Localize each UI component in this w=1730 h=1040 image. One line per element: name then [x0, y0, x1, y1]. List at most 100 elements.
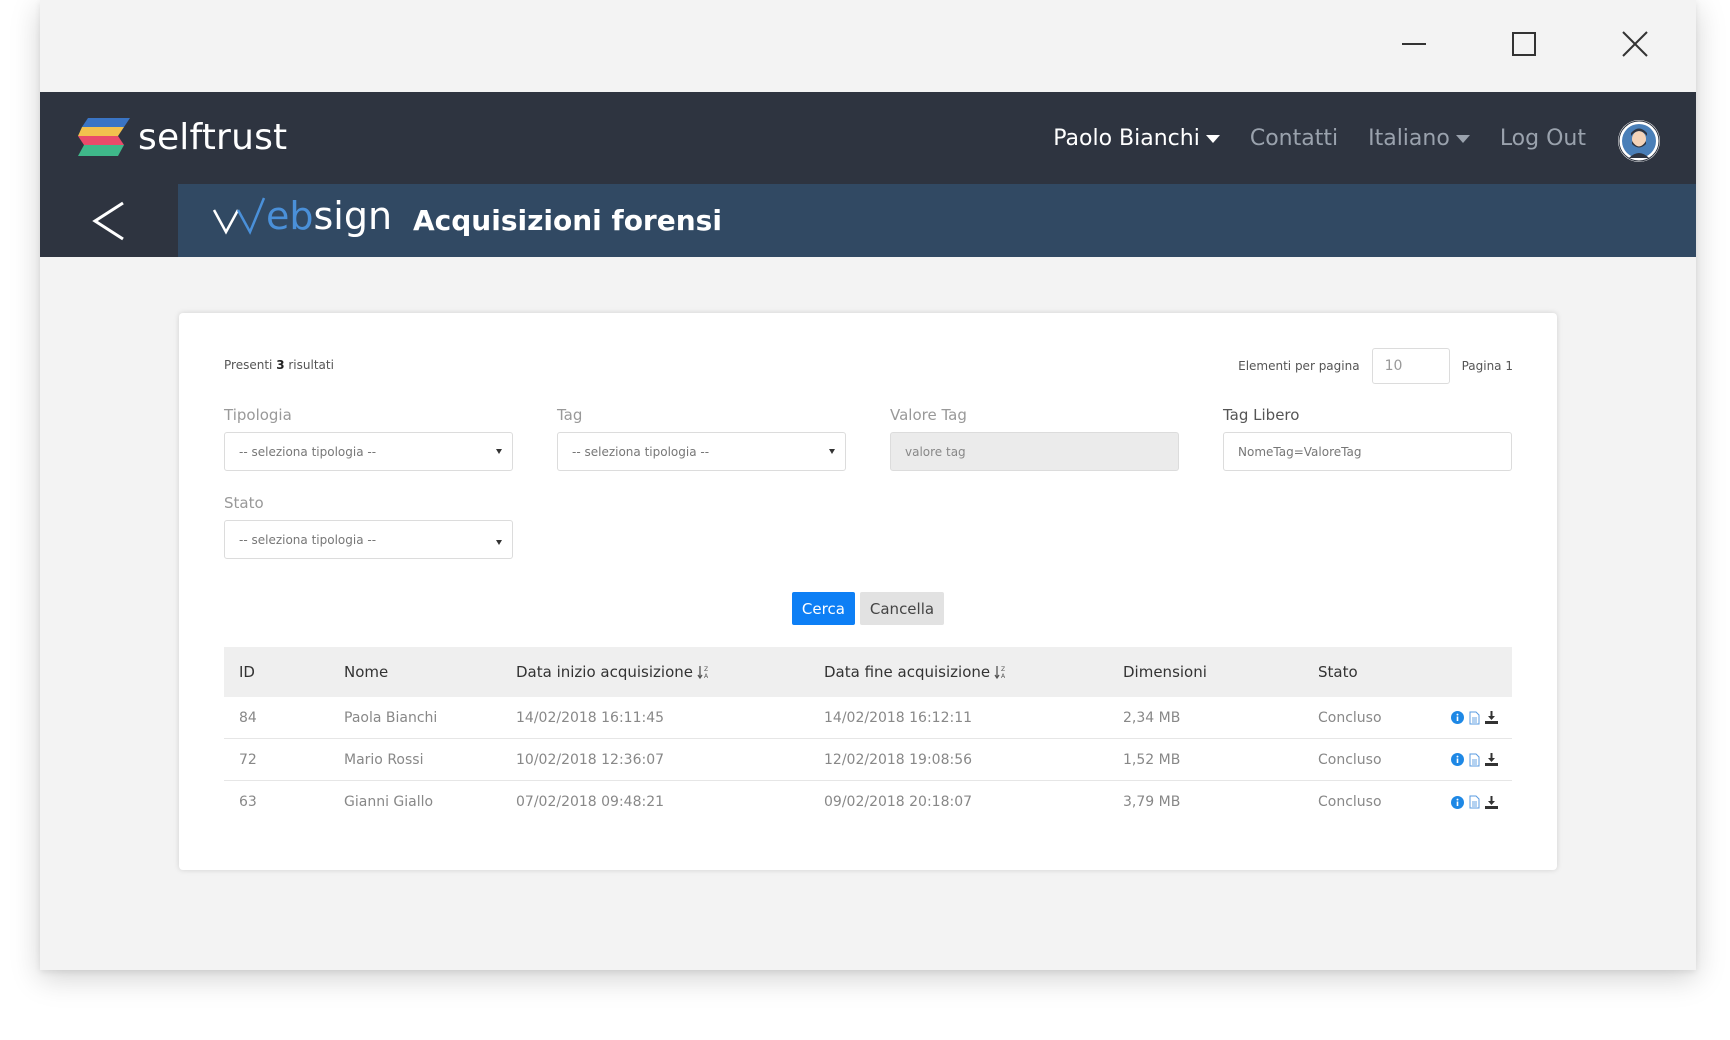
- sort-icon: Z A: [994, 666, 1006, 680]
- user-name: Paolo Bianchi: [1053, 125, 1200, 151]
- cell-id: 84: [239, 709, 257, 726]
- page-title: Acquisizioni forensi: [413, 204, 722, 237]
- tag-libero-input[interactable]: NomeTag=ValoreTag: [1223, 432, 1512, 471]
- document-icon[interactable]: [1467, 711, 1481, 725]
- form-actions: Cerca Cancella: [179, 592, 1557, 625]
- close-window-button[interactable]: [1613, 22, 1657, 66]
- search-button[interactable]: Cerca: [791, 592, 855, 625]
- minimize-button[interactable]: [1392, 22, 1436, 66]
- row-actions: [1435, 711, 1512, 725]
- column-header-start-label: Data inizio acquisizione: [516, 663, 693, 681]
- websign-suffix: sign: [313, 194, 393, 238]
- stato-label: Stato: [224, 494, 264, 512]
- download-icon[interactable]: [1484, 753, 1498, 767]
- tipologia-label: Tipologia: [224, 406, 292, 424]
- svg-text:A: A: [704, 673, 709, 680]
- cell-stato: Concluso: [1318, 709, 1382, 726]
- results-count: Presenti 3 risultati: [224, 358, 334, 372]
- column-header-start[interactable]: Data inizio acquisizione Z A: [501, 663, 809, 681]
- page-indicator: Pagina 1: [1461, 359, 1513, 373]
- tag-libero-placeholder: NomeTag=ValoreTag: [1238, 444, 1362, 459]
- logout-label: Log Out: [1499, 125, 1586, 151]
- cell-stato: Concluso: [1318, 794, 1382, 810]
- tipologia-value: -- seleziona tipologia --: [239, 444, 377, 459]
- valore-tag-input[interactable]: valore tag: [890, 432, 1179, 471]
- document-icon[interactable]: [1467, 795, 1481, 809]
- dropdown-arrow-icon: [496, 540, 502, 545]
- svg-text:A: A: [1001, 673, 1006, 680]
- cell-start: 10/02/2018 12:36:07: [516, 751, 665, 768]
- avatar[interactable]: [1618, 120, 1660, 162]
- stato-field: Stato -- seleziona tipologia --: [224, 494, 513, 559]
- download-icon[interactable]: [1484, 795, 1498, 809]
- websign-wordmark: ebsign: [266, 196, 392, 236]
- results-prefix: Presenti: [224, 358, 273, 372]
- contacts-link[interactable]: Contatti: [1250, 126, 1338, 151]
- chevron-down-icon: [1205, 135, 1220, 143]
- chevron-down-icon: [1455, 135, 1470, 143]
- cancel-button[interactable]: Cancella: [859, 592, 945, 625]
- stato-value: -- seleziona tipologia --: [239, 532, 377, 547]
- column-header-stato[interactable]: Stato: [1303, 663, 1435, 681]
- back-button[interactable]: [40, 184, 178, 257]
- cell-dimensioni: 2,34 MB: [1123, 709, 1181, 726]
- cell-id: 63: [239, 794, 257, 810]
- logout-link[interactable]: Log Out: [1500, 126, 1586, 151]
- download-icon[interactable]: [1484, 711, 1498, 725]
- websign-w-icon: [212, 197, 266, 235]
- results-suffix: risultati: [288, 358, 334, 372]
- table-row[interactable]: 63 Gianni Giallo 07/02/2018 09:48:21 09/…: [224, 781, 1512, 823]
- chevron-left-icon: [92, 201, 124, 240]
- results-table: ID Nome Data inizio acquisizione Z A Dat…: [224, 647, 1512, 823]
- column-header-id[interactable]: ID: [224, 663, 329, 681]
- cell-nome: Mario Rossi: [344, 751, 424, 768]
- valore-tag-placeholder: valore tag: [905, 444, 966, 459]
- user-avatar-icon: [1618, 120, 1660, 162]
- stato-select[interactable]: -- seleziona tipologia --: [224, 520, 513, 559]
- close-icon: [1622, 31, 1648, 57]
- column-header-nome[interactable]: Nome: [329, 663, 501, 681]
- row-actions: [1435, 795, 1512, 809]
- cell-dimensioni: 1,52 MB: [1123, 751, 1181, 768]
- column-header-end-label: Data fine acquisizione: [824, 663, 991, 681]
- tag-libero-label: Tag Libero: [1223, 406, 1300, 424]
- websign-logo: ebsign: [212, 196, 392, 236]
- sort-icon: Z A: [697, 666, 709, 680]
- brand-name: selftrust: [138, 116, 288, 158]
- cell-end: 09/02/2018 20:18:07: [824, 794, 973, 810]
- cell-nome: Paola Bianchi: [344, 709, 438, 726]
- row-actions: [1435, 753, 1512, 767]
- language-label: Italiano: [1368, 125, 1450, 151]
- window-titlebar: [40, 0, 1696, 92]
- cell-nome: Gianni Giallo: [344, 794, 434, 810]
- tipologia-field: Tipologia -- seleziona tipologia --: [224, 406, 513, 471]
- tag-value: -- seleziona tipologia --: [572, 444, 710, 459]
- tipologia-select[interactable]: -- seleziona tipologia --: [224, 432, 513, 471]
- table-row[interactable]: 72 Mario Rossi 10/02/2018 12:36:07 12/02…: [224, 739, 1512, 781]
- language-menu[interactable]: Italiano: [1368, 126, 1470, 151]
- info-icon[interactable]: [1450, 795, 1464, 809]
- column-header-end[interactable]: Data fine acquisizione Z A: [809, 663, 1108, 681]
- minimize-icon: [1402, 43, 1426, 45]
- table-header: ID Nome Data inizio acquisizione Z A Dat…: [224, 647, 1512, 697]
- cell-start: 07/02/2018 09:48:21: [516, 794, 665, 810]
- per-page-input[interactable]: [1371, 348, 1450, 384]
- document-icon[interactable]: [1467, 753, 1481, 767]
- per-page-label: Elementi per pagina: [1238, 359, 1360, 373]
- tag-select[interactable]: -- seleziona tipologia --: [557, 432, 846, 471]
- valore-tag-label: Valore Tag: [890, 406, 967, 424]
- selftrust-logo[interactable]: selftrust: [78, 116, 287, 158]
- section-header: ebsign Acquisizioni forensi: [40, 184, 1696, 257]
- valore-tag-field: Valore Tag valore tag: [890, 406, 1179, 471]
- info-icon[interactable]: [1450, 753, 1464, 767]
- column-header-dimensioni[interactable]: Dimensioni: [1108, 663, 1303, 681]
- maximize-icon: [1512, 32, 1536, 56]
- dropdown-arrow-icon: [829, 449, 835, 454]
- maximize-button[interactable]: [1502, 22, 1546, 66]
- user-menu[interactable]: Paolo Bianchi: [1053, 126, 1220, 151]
- info-icon[interactable]: [1450, 711, 1464, 725]
- table-row[interactable]: 84 Paola Bianchi 14/02/2018 16:11:45 14/…: [224, 697, 1512, 739]
- cell-end: 14/02/2018 16:12:11: [824, 709, 973, 726]
- app-header: selftrust Paolo Bianchi Contatti Italian…: [40, 92, 1696, 184]
- cell-dimensioni: 3,79 MB: [1123, 794, 1181, 810]
